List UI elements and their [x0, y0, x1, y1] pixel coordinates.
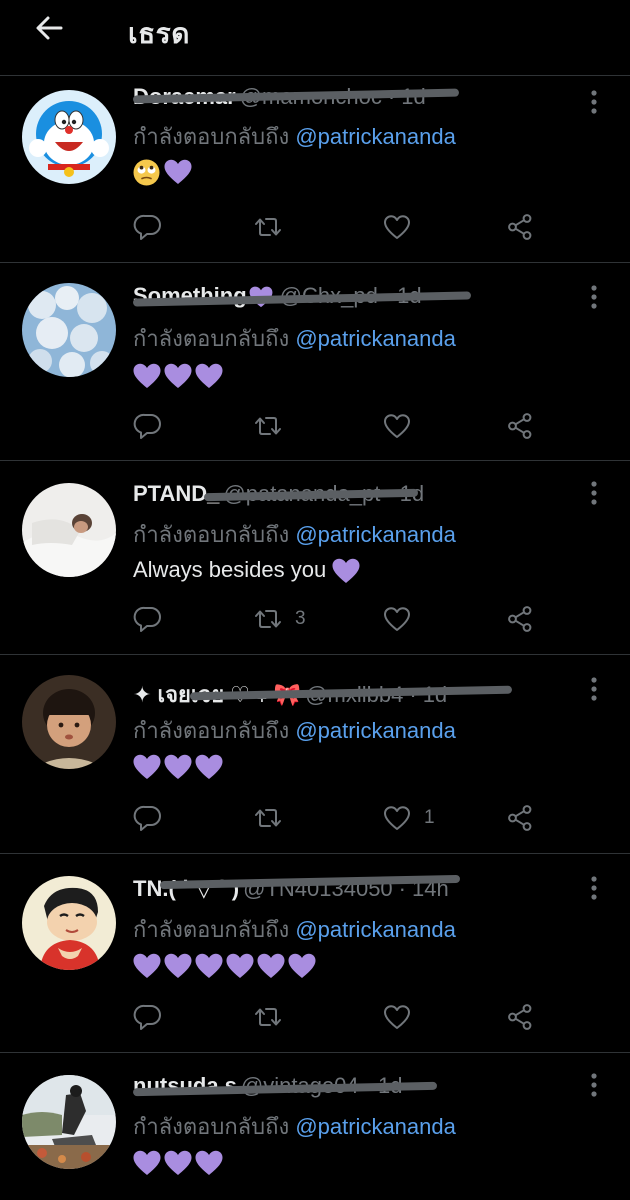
mention-link[interactable]: @patrickananda	[295, 718, 456, 743]
replying-to: กำลังตอบกลับถึง @patrickananda	[133, 124, 456, 149]
purple-heart-icon	[133, 953, 161, 979]
mention-link[interactable]: @patrickananda	[295, 522, 456, 547]
more-options-icon[interactable]	[584, 1071, 604, 1099]
share-button[interactable]	[505, 212, 535, 244]
purple-heart-icon	[164, 953, 192, 979]
back-arrow-icon[interactable]	[30, 8, 70, 48]
reply-button[interactable]	[133, 604, 163, 636]
more-options-icon[interactable]	[584, 874, 604, 902]
tweet-actions	[133, 1002, 553, 1034]
avatar[interactable]	[22, 876, 116, 970]
face-with-rolling-eyes-icon	[133, 159, 160, 186]
reply-tweet[interactable]: Doraemar@mamonchoc·1d กำลังตอบกลับถึง @p…	[0, 76, 630, 263]
more-options-icon[interactable]	[584, 675, 604, 703]
tweet-actions	[133, 212, 553, 244]
more-options-icon[interactable]	[584, 283, 604, 311]
tweet-content	[133, 362, 226, 389]
tweet-content	[133, 158, 195, 186]
retweet-button[interactable]	[253, 411, 295, 443]
avatar[interactable]	[22, 1075, 116, 1169]
page-title: เธรด	[128, 18, 190, 49]
purple-heart-icon	[164, 159, 192, 185]
reply-button[interactable]	[133, 1002, 163, 1034]
share-button[interactable]	[505, 411, 535, 443]
purple-heart-icon	[332, 558, 360, 584]
purple-heart-icon	[288, 953, 316, 979]
mention-link[interactable]: @patrickananda	[295, 917, 456, 942]
tweet-actions	[133, 411, 553, 443]
tweet-actions: 3	[133, 604, 553, 636]
avatar[interactable]	[22, 483, 116, 577]
purple-heart-icon	[164, 754, 192, 780]
retweet-button[interactable]	[253, 803, 295, 835]
reply-tweet[interactable]: Something@Chx_pd·1d กำลังตอบกลับถึง @pat…	[0, 263, 630, 461]
purple-heart-icon	[133, 754, 161, 780]
mention-link[interactable]: @patrickananda	[295, 1114, 456, 1139]
reply-tweet[interactable]: nutsuda.s@vintage04·1d กำลังตอบกลับถึง @…	[0, 1053, 630, 1200]
avatar[interactable]	[22, 675, 116, 769]
like-button[interactable]: 1	[382, 803, 435, 835]
like-count: 1	[424, 807, 435, 828]
purple-heart-icon	[195, 953, 223, 979]
mention-link[interactable]: @patrickananda	[295, 124, 456, 149]
share-button[interactable]	[505, 604, 535, 636]
replying-to: กำลังตอบกลับถึง @patrickananda	[133, 718, 456, 743]
reply-tweet[interactable]: TN.( ˙ ▽ ˙ )@TN40134050·14h กำลังตอบกลับ…	[0, 854, 630, 1053]
replying-to: กำลังตอบกลับถึง @patrickananda	[133, 917, 456, 942]
reply-button[interactable]	[133, 411, 163, 443]
retweet-button[interactable]	[253, 1002, 295, 1034]
tweet-content	[133, 753, 226, 780]
purple-heart-icon	[164, 363, 192, 389]
replying-to: กำลังตอบกลับถึง @patrickananda	[133, 1114, 456, 1139]
purple-heart-icon	[164, 1150, 192, 1176]
reply-tweet[interactable]: ✦ เจยเจย ♡ ₊ 🎀@mxllbb4·1d กำลังตอบกลับถึ…	[0, 655, 630, 854]
more-options-icon[interactable]	[584, 479, 604, 507]
retweet-button[interactable]: 3	[253, 604, 306, 636]
reply-button[interactable]	[133, 803, 163, 835]
tweet-content: Always besides you	[133, 557, 363, 584]
like-button[interactable]	[382, 604, 424, 636]
purple-heart-icon	[257, 953, 285, 979]
tweet-content	[133, 1149, 226, 1176]
tweet-text: Always besides you	[133, 557, 333, 582]
replying-to: กำลังตอบกลับถึง @patrickananda	[133, 326, 456, 351]
retweet-button[interactable]	[253, 212, 295, 244]
share-button[interactable]	[505, 803, 535, 835]
tweet-content	[133, 952, 319, 979]
tweet-actions: 1	[133, 803, 553, 835]
avatar[interactable]	[22, 90, 116, 184]
mention-link[interactable]: @patrickananda	[295, 326, 456, 351]
reply-button[interactable]	[133, 212, 163, 244]
purple-heart-icon	[195, 363, 223, 389]
avatar[interactable]	[22, 283, 116, 377]
thread-header: เธรด	[0, 0, 630, 76]
like-button[interactable]	[382, 1002, 424, 1034]
like-button[interactable]	[382, 212, 424, 244]
replying-to: กำลังตอบกลับถึง @patrickananda	[133, 522, 456, 547]
purple-heart-icon	[226, 953, 254, 979]
share-button[interactable]	[505, 1002, 535, 1034]
like-button[interactable]	[382, 411, 424, 443]
more-options-icon[interactable]	[584, 88, 604, 116]
retweet-count: 3	[295, 608, 306, 629]
purple-heart-icon	[195, 1150, 223, 1176]
reply-tweet[interactable]: PTAND_@patananda_pt·1d กำลังตอบกลับถึง @…	[0, 461, 630, 655]
purple-heart-icon	[133, 1150, 161, 1176]
purple-heart-icon	[195, 754, 223, 780]
purple-heart-icon	[133, 363, 161, 389]
